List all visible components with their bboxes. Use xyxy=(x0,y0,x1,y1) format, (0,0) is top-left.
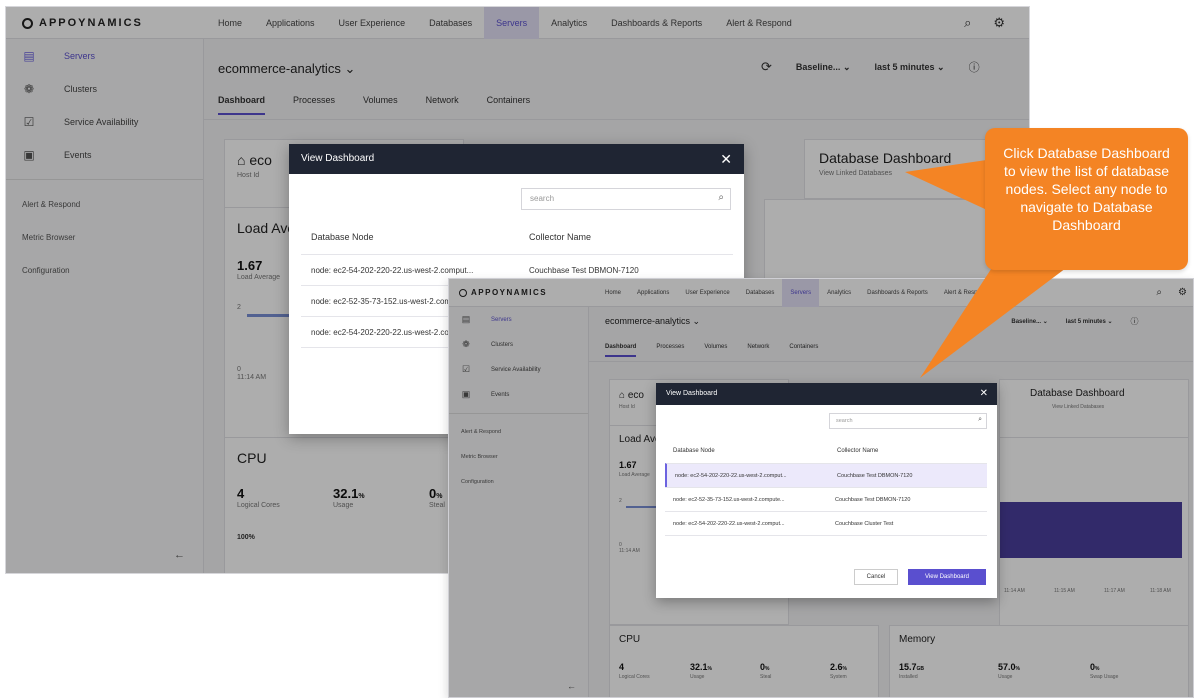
callout-pointer xyxy=(905,158,1070,378)
callout-annotation: Click Database Dashboard to view the lis… xyxy=(985,128,1188,270)
